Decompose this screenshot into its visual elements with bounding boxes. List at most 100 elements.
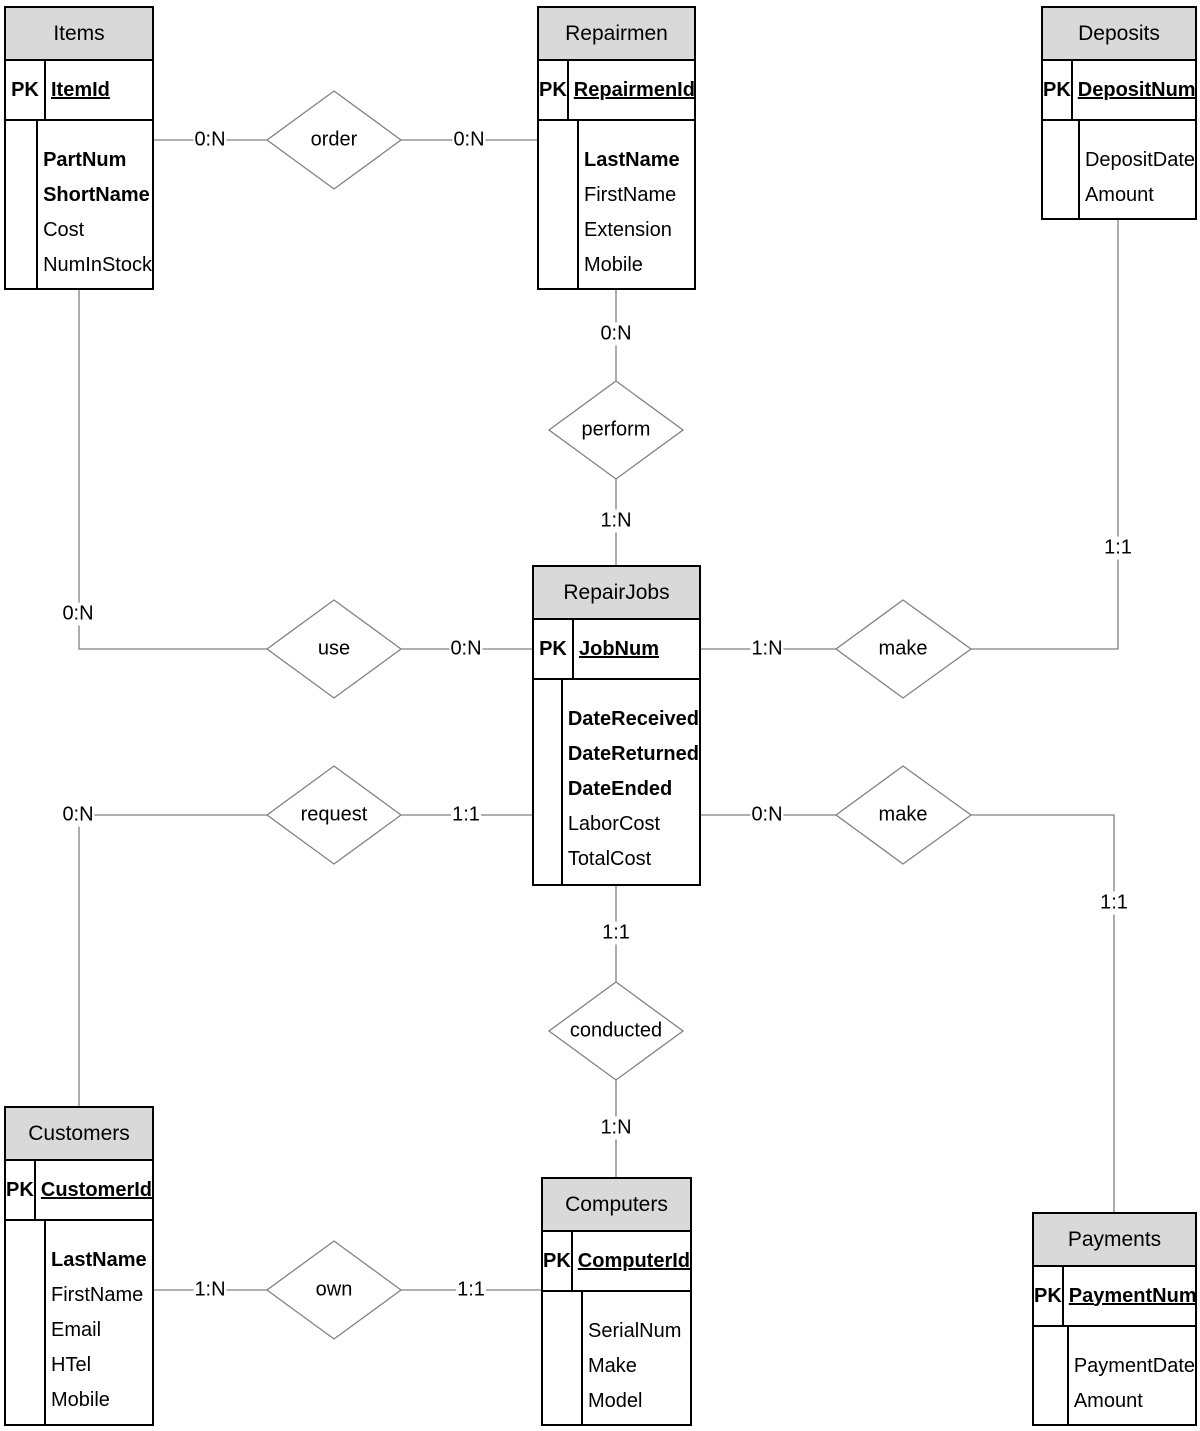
attribute-field: LastName bbox=[51, 1249, 147, 1271]
primary-key-field: PaymentNum bbox=[1068, 1284, 1197, 1307]
key-gutter bbox=[539, 121, 579, 290]
primary-key-field: ItemId bbox=[51, 78, 110, 101]
entity-title: Items bbox=[6, 8, 152, 61]
cardinality-perform-repairjobs: 1:N bbox=[599, 509, 633, 533]
cardinality-conducted-computers: 1:N bbox=[599, 1116, 633, 1140]
relationship-label-order: order bbox=[310, 128, 358, 151]
relationship-label-own: own bbox=[315, 1278, 353, 1301]
attribute-field: FirstName bbox=[584, 184, 677, 206]
pk-marker: PK bbox=[6, 1161, 36, 1219]
cardinality-use-repairjobs: 0:N bbox=[449, 637, 483, 661]
attribute-field: Mobile bbox=[51, 1389, 110, 1411]
attribute-field: Model bbox=[588, 1390, 643, 1412]
pk-marker: PK bbox=[539, 61, 569, 119]
pk-marker: PK bbox=[1034, 1267, 1064, 1325]
entity-repairjobs[interactable]: RepairJobs PK JobNum DateReceived DateReturn… bbox=[532, 565, 701, 886]
key-gutter bbox=[1034, 1327, 1069, 1426]
cardinality-use-items: 0:N bbox=[61, 602, 95, 626]
cardinality-request-customers: 0:N bbox=[61, 803, 95, 827]
primary-key-row: PK PaymentNum bbox=[1034, 1267, 1197, 1327]
primary-key-field: RepairmenId bbox=[573, 78, 695, 101]
attribute-list: LastName FirstName Extension Mobile bbox=[579, 121, 694, 290]
primary-key-field: JobNum bbox=[579, 637, 659, 660]
cardinality-order-items: 0:N bbox=[193, 128, 227, 152]
key-gutter bbox=[6, 1221, 46, 1426]
entity-customers[interactable]: Customers PK CustomerId LastName FirstName Em… bbox=[4, 1106, 154, 1426]
attribute-field: SerialNum bbox=[588, 1320, 682, 1342]
cardinality-make-payment-repairjobs: 0:N bbox=[750, 803, 784, 827]
key-gutter bbox=[534, 680, 563, 886]
attribute-list: DateReceived DateReturned DateEnded LaborCo… bbox=[563, 680, 699, 886]
attribute-field: DateEnded bbox=[567, 778, 673, 800]
primary-key-row: PK JobNum bbox=[534, 620, 699, 680]
primary-key-field: CustomerId bbox=[40, 1178, 152, 1201]
primary-key-row: PK CustomerId bbox=[6, 1161, 152, 1221]
attribute-field: Amount bbox=[1084, 184, 1154, 206]
key-gutter bbox=[1043, 121, 1080, 220]
cardinality-conducted-repairjobs: 1:1 bbox=[601, 921, 631, 945]
attribute-field: Cost bbox=[43, 219, 85, 241]
attribute-field: LastName bbox=[584, 149, 680, 171]
key-gutter bbox=[6, 121, 39, 290]
attribute-field: NumInStock bbox=[43, 254, 152, 276]
attribute-field: DateReceived bbox=[567, 708, 699, 730]
connector-make-deposit-deposits bbox=[971, 220, 1119, 650]
attribute-field: Extension bbox=[584, 219, 672, 241]
entity-computers[interactable]: Computers PK ComputerId SerialNum Make Model bbox=[541, 1177, 692, 1426]
entity-title: RepairJobs bbox=[534, 567, 699, 620]
pk-marker: PK bbox=[1043, 61, 1073, 119]
connector-customers-request bbox=[78, 814, 267, 1106]
connector-items-use bbox=[78, 290, 267, 650]
entity-title: Deposits bbox=[1043, 8, 1195, 61]
attribute-list: DepositDate Amount bbox=[1080, 121, 1195, 220]
entity-title: Computers bbox=[543, 1179, 690, 1232]
primary-key-row: PK DepositNum bbox=[1043, 61, 1196, 121]
attribute-field: Email bbox=[51, 1319, 102, 1341]
attribute-field: LaborCost bbox=[567, 813, 661, 835]
cardinality-make-deposit-deposits: 1:1 bbox=[1103, 536, 1133, 560]
primary-key-row: PK ItemId bbox=[6, 61, 152, 121]
relationship-label-request: request bbox=[300, 803, 368, 826]
attribute-field: PaymentDate bbox=[1073, 1355, 1195, 1377]
primary-key-field: DepositNum bbox=[1077, 78, 1196, 101]
pk-marker: PK bbox=[6, 61, 46, 119]
cardinality-own-computers: 1:1 bbox=[456, 1278, 486, 1302]
attribute-list: SerialNum Make Model bbox=[583, 1292, 690, 1426]
pk-marker: PK bbox=[543, 1232, 573, 1290]
cardinality-make-payment-payments: 1:1 bbox=[1099, 891, 1129, 915]
entity-title: Customers bbox=[6, 1108, 152, 1161]
relationship-label-conducted: conducted bbox=[569, 1019, 663, 1042]
primary-key-field: ComputerId bbox=[577, 1249, 691, 1272]
cardinality-own-customers: 1:N bbox=[193, 1278, 227, 1302]
attribute-field: PartNum bbox=[43, 149, 127, 171]
connector-make-payment-payments bbox=[971, 814, 1115, 1212]
relationship-label-use: use bbox=[317, 637, 351, 660]
relationship-label-make-deposit: make bbox=[878, 637, 928, 660]
attribute-field: FirstName bbox=[51, 1284, 144, 1306]
attribute-field: HTel bbox=[51, 1354, 92, 1376]
cardinality-order-repairmen: 0:N bbox=[452, 128, 486, 152]
attribute-field: ShortName bbox=[43, 184, 150, 206]
primary-key-row: PK RepairmenId bbox=[539, 61, 695, 121]
attribute-field: TotalCost bbox=[567, 848, 652, 870]
entity-title: Repairmen bbox=[539, 8, 694, 61]
attribute-list: PaymentDate Amount bbox=[1069, 1327, 1195, 1426]
attribute-field: DepositDate bbox=[1084, 149, 1195, 171]
key-gutter bbox=[543, 1292, 583, 1426]
attribute-field: Mobile bbox=[584, 254, 643, 276]
relationship-label-make-payment: make bbox=[878, 803, 928, 826]
entity-deposits[interactable]: Deposits PK DepositNum DepositDate Amount bbox=[1041, 6, 1197, 220]
entity-payments[interactable]: Payments PK PaymentNum PaymentDate Amount bbox=[1032, 1212, 1197, 1426]
attribute-field: Amount bbox=[1073, 1390, 1143, 1412]
entity-items[interactable]: Items PK ItemId PartNum ShortName Cost NumInSt… bbox=[4, 6, 154, 290]
pk-marker: PK bbox=[534, 620, 574, 678]
entity-title: Payments bbox=[1034, 1214, 1195, 1267]
attribute-list: PartNum ShortName Cost NumInStock bbox=[38, 121, 152, 290]
entity-repairmen[interactable]: Repairmen PK RepairmenId LastName FirstName E… bbox=[537, 6, 696, 290]
relationship-label-perform: perform bbox=[581, 418, 651, 441]
attribute-list: LastName FirstName Email HTel Mobile bbox=[46, 1221, 152, 1426]
primary-key-row: PK ComputerId bbox=[543, 1232, 690, 1292]
cardinality-perform-repairmen: 0:N bbox=[599, 322, 633, 346]
cardinality-make-deposit-repairjobs: 1:N bbox=[750, 637, 784, 661]
attribute-field: DateReturned bbox=[567, 743, 699, 765]
